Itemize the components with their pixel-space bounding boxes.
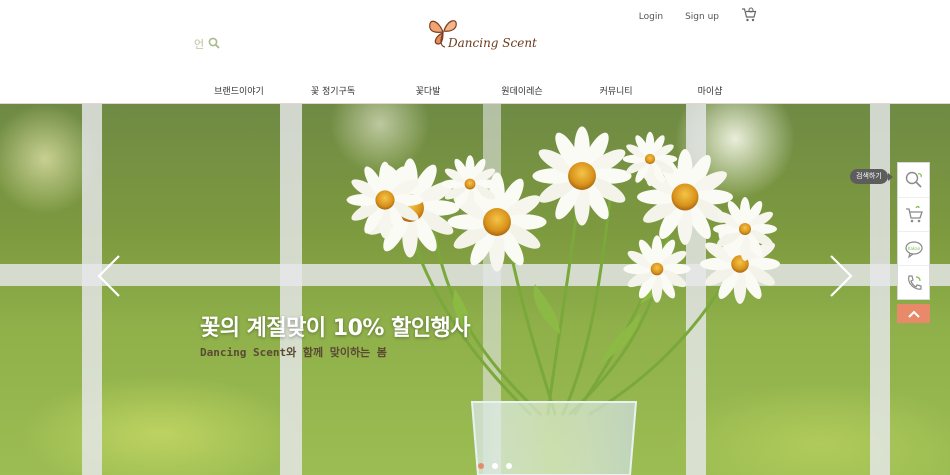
- slide-dot[interactable]: [492, 463, 498, 469]
- next-slide-button[interactable]: [825, 254, 855, 298]
- nav-item-my-shop[interactable]: 마이샵: [698, 84, 723, 97]
- phone-icon: [907, 274, 922, 290]
- site-header: Login Sign up 언 Dancing Scent 브랜드이야기 꽃 정…: [0, 0, 950, 104]
- nav-item-subscription[interactable]: 꽃 정기구독: [311, 84, 355, 97]
- chevron-left-icon: [97, 255, 120, 297]
- search-icon: [905, 171, 922, 188]
- site-logo[interactable]: Dancing Scent: [426, 16, 537, 56]
- chevron-up-icon: [907, 310, 920, 318]
- nav-item-brand-story[interactable]: 브랜드이야기: [214, 84, 264, 97]
- cart-icon: [905, 205, 923, 222]
- nav-item-community[interactable]: 커뮤니티: [599, 84, 632, 97]
- quick-phone-button[interactable]: [898, 265, 929, 299]
- signup-link[interactable]: Sign up: [685, 12, 719, 22]
- scroll-to-top-button[interactable]: [897, 304, 930, 323]
- language-and-search: 언: [194, 34, 220, 53]
- slide-dot[interactable]: [478, 463, 484, 469]
- main-nav: 브랜드이야기 꽃 정기구독 꽃다발 원데이레슨 커뮤니티 마이샵: [0, 84, 950, 104]
- chevron-right-icon: [830, 255, 853, 297]
- slide-dot[interactable]: [506, 463, 512, 469]
- nav-item-one-day-lesson[interactable]: 원데이레슨: [501, 84, 542, 97]
- logo-text: Dancing Scent: [448, 36, 537, 50]
- svg-text:Kakao: Kakao: [907, 246, 920, 251]
- nav-item-bouquet[interactable]: 꽃다발: [416, 84, 441, 97]
- hero-title: 꽃의 계절맞이 10% 할인행사: [200, 316, 471, 341]
- utility-links: Login Sign up: [639, 7, 757, 27]
- slide-pagination: [478, 463, 512, 469]
- cart-icon[interactable]: [741, 7, 757, 27]
- quick-menu: Kakao: [897, 162, 930, 300]
- quick-search-button[interactable]: [898, 163, 929, 197]
- quick-kakao-button[interactable]: Kakao: [898, 231, 929, 265]
- daisy-bouquet-image: [346, 126, 780, 475]
- language-selector[interactable]: 언: [194, 36, 204, 52]
- quick-menu-tooltip: 검색하기: [850, 169, 893, 184]
- hero-subtitle: Dancing Scent와 함께 맞이하는 봄: [200, 346, 387, 359]
- quick-cart-button[interactable]: [898, 197, 929, 231]
- kakao-talk-icon: Kakao: [904, 240, 923, 258]
- login-link[interactable]: Login: [639, 12, 663, 22]
- prev-slide-button[interactable]: [95, 254, 125, 298]
- hero-slider: 꽃의 계절맞이 10% 할인행사 Dancing Scent와 함께 맞이하는 …: [0, 104, 950, 475]
- search-icon[interactable]: [208, 34, 220, 53]
